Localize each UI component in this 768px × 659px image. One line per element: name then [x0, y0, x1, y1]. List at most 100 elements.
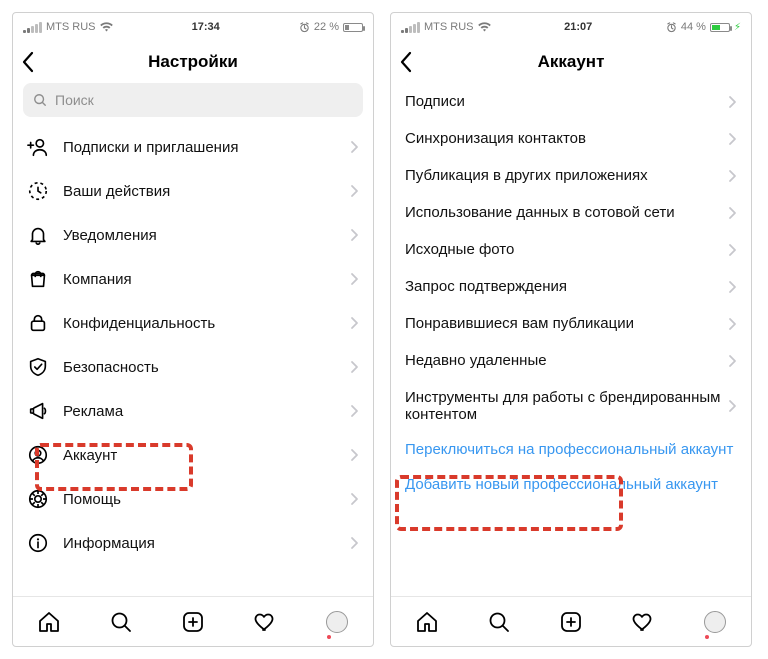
avatar-icon — [704, 611, 726, 633]
row-label: Конфиденциальность — [63, 315, 336, 332]
chevron-right-icon — [350, 536, 359, 550]
row-label: Безопасность — [63, 359, 336, 376]
settings-row-person-add[interactable]: Подписки и приглашения — [13, 125, 373, 169]
row-label: Подписи — [405, 93, 728, 110]
wifi-icon — [100, 22, 113, 32]
row-label: Уведомления — [63, 227, 336, 244]
account-row[interactable]: Запрос подтверждения — [391, 268, 751, 305]
status-time: 17:34 — [192, 21, 220, 33]
chevron-right-icon — [728, 95, 737, 109]
settings-list: Подписки и приглашения Ваши действия Уведо… — [13, 125, 373, 596]
tab-bar — [391, 596, 751, 646]
row-label: Компания — [63, 271, 336, 288]
chevron-right-icon — [350, 184, 359, 198]
row-label: Синхронизация контактов — [405, 130, 728, 147]
bag-icon — [27, 268, 49, 290]
chevron-right-icon — [350, 492, 359, 506]
search-input[interactable]: Поиск — [23, 83, 363, 117]
tab-search[interactable] — [486, 609, 512, 635]
row-label: Использование данных в сотовой сети — [405, 204, 728, 221]
chevron-right-icon — [350, 404, 359, 418]
carrier-label: MTS RUS — [424, 21, 474, 33]
search-placeholder: Поиск — [55, 92, 94, 108]
account-icon — [27, 444, 49, 466]
lock-icon — [27, 312, 49, 334]
account-row[interactable]: Синхронизация контактов — [391, 120, 751, 157]
notification-dot — [705, 635, 709, 639]
link-switch-professional[interactable]: Переключиться на профессиональный аккаун… — [391, 433, 751, 468]
chevron-right-icon — [728, 399, 737, 413]
account-row[interactable]: Инструменты для работы с брендированным … — [391, 379, 751, 433]
battery-pct: 44 % — [681, 21, 706, 33]
screenshot-settings: MTS RUS 17:34 22 % Настройки — [12, 12, 374, 647]
settings-row-bell[interactable]: Уведомления — [13, 213, 373, 257]
row-label: Ваши действия — [63, 183, 336, 200]
settings-row-bag[interactable]: Компания — [13, 257, 373, 301]
nav-bar: Настройки — [13, 41, 373, 83]
tab-bar — [13, 596, 373, 646]
settings-row-megaphone[interactable]: Реклама — [13, 389, 373, 433]
tab-new-post[interactable] — [558, 609, 584, 635]
screenshot-account: MTS RUS 21:07 44 % ⚡︎ Аккаунт ПодписиСин — [390, 12, 752, 647]
status-bar: MTS RUS 21:07 44 % ⚡︎ — [391, 13, 751, 41]
search-icon — [33, 93, 47, 107]
notification-dot — [327, 635, 331, 639]
help-icon — [27, 488, 49, 510]
chevron-right-icon — [728, 354, 737, 368]
chevron-right-icon — [350, 140, 359, 154]
avatar-icon — [326, 611, 348, 633]
tab-home[interactable] — [36, 609, 62, 635]
status-time: 21:07 — [564, 21, 592, 33]
settings-row-activity[interactable]: Ваши действия — [13, 169, 373, 213]
shield-icon — [27, 356, 49, 378]
link-add-professional[interactable]: Добавить новый профессиональный аккаунт — [391, 468, 751, 503]
row-label: Информация — [63, 535, 336, 552]
row-label: Помощь — [63, 491, 336, 508]
tab-profile[interactable] — [324, 609, 350, 635]
battery-pct: 22 % — [314, 21, 339, 33]
row-label: Подписки и приглашения — [63, 139, 336, 156]
account-row[interactable]: Публикация в других приложениях — [391, 157, 751, 194]
chevron-right-icon — [728, 132, 737, 146]
battery-icon — [343, 23, 363, 32]
megaphone-icon — [27, 400, 49, 422]
row-label: Аккаунт — [63, 447, 336, 464]
row-label: Исходные фото — [405, 241, 728, 258]
account-row[interactable]: Подписи — [391, 83, 751, 120]
chevron-right-icon — [728, 280, 737, 294]
settings-row-help[interactable]: Помощь — [13, 477, 373, 521]
settings-row-shield[interactable]: Безопасность — [13, 345, 373, 389]
carrier-label: MTS RUS — [46, 21, 96, 33]
back-button[interactable] — [399, 41, 413, 83]
signal-icon — [401, 22, 420, 33]
account-row[interactable]: Исходные фото — [391, 231, 751, 268]
page-title: Настройки — [148, 52, 238, 72]
settings-row-account[interactable]: Аккаунт — [13, 433, 373, 477]
chevron-right-icon — [350, 316, 359, 330]
tab-search[interactable] — [108, 609, 134, 635]
row-label: Реклама — [63, 403, 336, 420]
tab-activity[interactable] — [252, 609, 278, 635]
status-bar: MTS RUS 17:34 22 % — [13, 13, 373, 41]
chevron-right-icon — [728, 169, 737, 183]
row-label: Инструменты для работы с брендированным … — [405, 389, 728, 423]
row-label: Недавно удаленные — [405, 352, 728, 369]
chevron-right-icon — [728, 317, 737, 331]
account-row[interactable]: Недавно удаленные — [391, 342, 751, 379]
account-row[interactable]: Понравившиеся вам публикации — [391, 305, 751, 342]
account-row[interactable]: Использование данных в сотовой сети — [391, 194, 751, 231]
info-icon — [27, 532, 49, 554]
chevron-right-icon — [350, 448, 359, 462]
row-label: Публикация в других приложениях — [405, 167, 728, 184]
tab-home[interactable] — [414, 609, 440, 635]
activity-icon — [27, 180, 49, 202]
chevron-right-icon — [728, 206, 737, 220]
row-label: Понравившиеся вам публикации — [405, 315, 728, 332]
tab-profile[interactable] — [702, 609, 728, 635]
tab-activity[interactable] — [630, 609, 656, 635]
settings-row-lock[interactable]: Конфиденциальность — [13, 301, 373, 345]
settings-row-info[interactable]: Информация — [13, 521, 373, 565]
tab-new-post[interactable] — [180, 609, 206, 635]
alarm-icon — [666, 22, 677, 33]
back-button[interactable] — [21, 41, 35, 83]
